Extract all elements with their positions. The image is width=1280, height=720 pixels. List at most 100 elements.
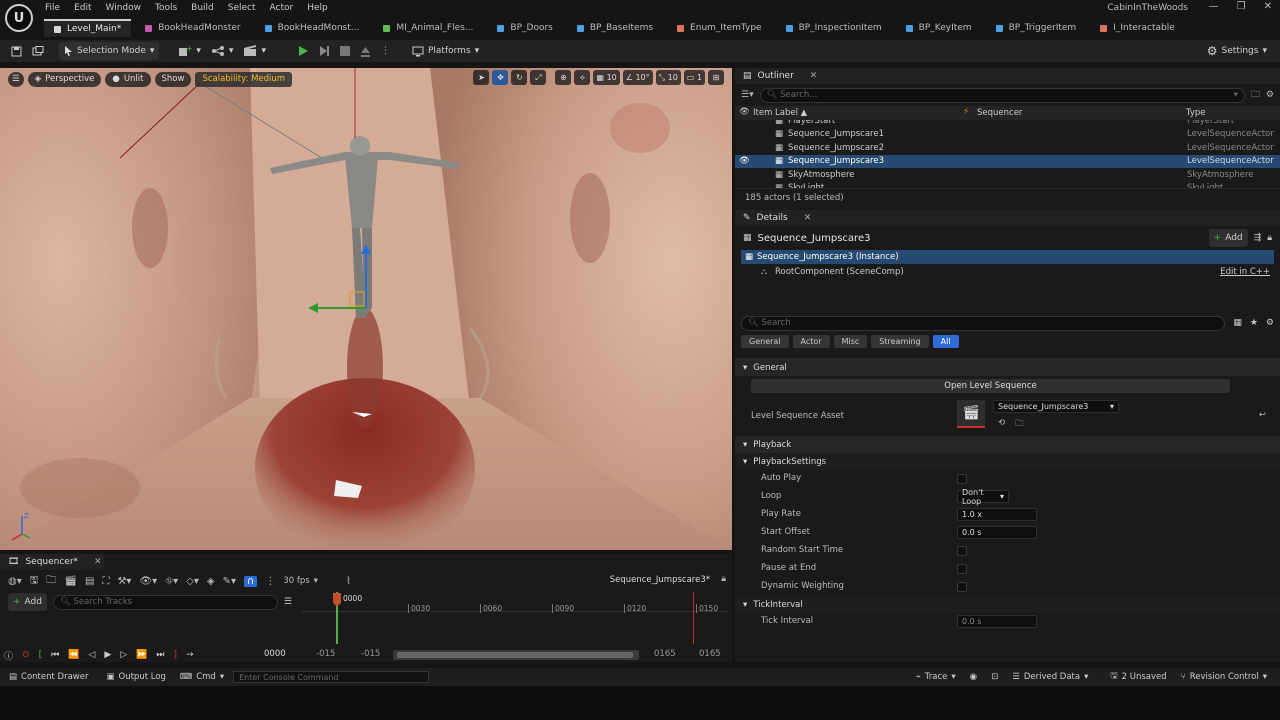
document-tab[interactable]: MI_Animal_Fles... xyxy=(373,19,483,37)
save-icon[interactable] xyxy=(6,42,27,60)
lock-icon[interactable]: 🔒︎ xyxy=(1267,233,1272,243)
close-icon[interactable]: ✕ xyxy=(94,557,102,567)
dynamic-weighting-checkbox[interactable] xyxy=(957,582,967,592)
play-options-icon[interactable]: ⋮ xyxy=(376,42,395,60)
key-icon[interactable]: ◇▾ xyxy=(186,576,199,587)
outliner-row[interactable]: ▦ SkyAtmosphere SkyAtmosphere xyxy=(735,168,1280,182)
outliner-row[interactable]: ▦ SkyLight SkyLight xyxy=(735,182,1280,188)
eye-icon[interactable]: 👁︎ xyxy=(739,107,750,117)
view-options-icon[interactable]: 👁︎▾ xyxy=(139,576,157,587)
filter-icon[interactable]: ☰▾ xyxy=(741,90,754,100)
working-range-start[interactable]: -015 xyxy=(361,649,380,659)
current-frame-field[interactable]: 0000 xyxy=(264,649,286,659)
close-icon[interactable]: ✕ xyxy=(810,71,818,81)
info-icon[interactable]: ⓘ xyxy=(4,649,13,662)
outliner-search-input[interactable]: 🔍︎ Search... ▾ xyxy=(759,87,1245,103)
record-icon[interactable]: ⊙ xyxy=(22,650,30,660)
details-search-input[interactable]: 🔍︎ Search xyxy=(741,315,1226,331)
menu-actor[interactable]: Actor xyxy=(263,3,301,13)
document-tab[interactable]: BP_KeyItem xyxy=(896,19,982,37)
details-settings-icon[interactable]: ⚙ xyxy=(1266,318,1274,328)
loop-dropdown[interactable]: Don't Loop ▾ xyxy=(957,488,1009,506)
world-local-icon[interactable]: ⊕ xyxy=(555,70,572,85)
play-icon[interactable] xyxy=(293,42,314,60)
next-key-icon[interactable]: ⏩ xyxy=(136,650,147,660)
cmd-dropdown[interactable]: ⌨ Cmd ▾ xyxy=(175,669,229,685)
console-input[interactable]: Enter Console Command xyxy=(233,671,430,683)
set-start-icon[interactable]: [ xyxy=(39,650,43,660)
loop-mode-icon[interactable]: → xyxy=(186,650,194,660)
level-viewport[interactable]: Z xyxy=(0,68,732,550)
pause-at-end-checkbox[interactable] xyxy=(957,564,967,574)
minimize-icon[interactable]: — xyxy=(1209,1,1219,12)
show-button[interactable]: Show xyxy=(154,71,192,87)
menu-file[interactable]: File xyxy=(38,3,67,13)
clapperboard-icon[interactable]: 🎬︎ xyxy=(957,400,985,428)
document-tab[interactable]: BP_TriggerItem xyxy=(986,19,1087,37)
outliner-row[interactable]: ▦ Sequence_Jumpscare2 LevelSequenceActor xyxy=(735,141,1280,155)
edit-in-cpp-link[interactable]: Edit in C++ xyxy=(1220,267,1270,277)
star-icon[interactable]: ★ xyxy=(1250,318,1258,328)
viewport-menu-button[interactable]: ☰ xyxy=(8,71,24,87)
step-back-icon[interactable]: ◁ xyxy=(88,650,95,660)
unreal-logo[interactable]: U xyxy=(5,4,33,32)
close-window-icon[interactable]: ✕ xyxy=(1264,1,1272,12)
transform-tools-icon[interactable]: ⚒▾ xyxy=(117,576,131,587)
close-icon[interactable]: ✕ xyxy=(804,213,812,223)
add-actor-icon[interactable]: + ▾ xyxy=(173,42,206,60)
document-tab[interactable]: BookHeadMonst... xyxy=(255,19,370,37)
section-tick-interval[interactable]: ▾ TickInterval xyxy=(735,596,1280,613)
step-forward-icon[interactable]: ▷ xyxy=(120,650,127,660)
document-tab[interactable]: BP_BaseItems xyxy=(567,19,663,37)
camera-speed-button[interactable]: ▭ 1 xyxy=(683,70,705,85)
blueprint-icon[interactable]: ▾ xyxy=(206,42,239,60)
surface-snap-icon[interactable]: ⟡ xyxy=(574,70,591,85)
curve-icon[interactable]: ✎▾ xyxy=(223,576,236,587)
menu-select[interactable]: Select xyxy=(221,3,263,13)
browse-icon[interactable] xyxy=(27,42,49,60)
search-tracks-input[interactable]: 🔍︎ Search Tracks xyxy=(52,594,278,610)
selection-mode-dropdown[interactable]: Selection Mode ▾ xyxy=(59,42,160,60)
camera-cut-icon[interactable]: ▤ xyxy=(85,576,94,587)
record-trace-icon[interactable]: ◉ xyxy=(965,669,982,685)
document-tab[interactable]: Level_Main* xyxy=(44,19,132,37)
world-icon[interactable]: ◍▾ xyxy=(8,576,22,587)
outliner-row[interactable]: 👁︎ ▦ Sequence_Jumpscare3 LevelSequenceActor xyxy=(735,154,1280,168)
view-range-start[interactable]: -015 xyxy=(316,649,335,659)
render-movie-icon[interactable]: 🎬︎ xyxy=(64,576,77,587)
view-mode-button[interactable]: ● Unlit xyxy=(105,71,151,87)
document-tab[interactable]: BP_Doors xyxy=(487,19,562,37)
maximize-icon[interactable]: ❐ xyxy=(1237,1,1246,12)
step-icon[interactable] xyxy=(314,42,335,60)
col-type[interactable]: Type xyxy=(1186,108,1206,118)
grid-snap-button[interactable]: ▦ 10 xyxy=(593,70,620,85)
translate-tool-icon[interactable]: ✥ xyxy=(492,70,509,85)
table-view-icon[interactable]: ▦ xyxy=(1233,318,1242,328)
scale-snap-button[interactable]: ⤡ 10 xyxy=(655,70,681,85)
col-sequencer[interactable]: Sequencer xyxy=(977,108,1022,118)
outliner-settings-icon[interactable]: ⚙ xyxy=(1266,90,1274,100)
working-range-end[interactable]: 0165 xyxy=(654,649,676,659)
timeline[interactable]: 0030 0060 0090 0120 0150 0000 xyxy=(302,592,728,644)
keyframe-icon[interactable]: ◈ xyxy=(207,576,215,587)
menu-edit[interactable]: Edit xyxy=(67,3,98,13)
add-track-button[interactable]: + Add xyxy=(8,593,47,611)
col-item-label[interactable]: Item Label ▲ xyxy=(753,108,807,118)
screenshot-icon[interactable]: ⊡ xyxy=(986,669,1003,685)
random-start-time-checkbox[interactable] xyxy=(957,546,967,556)
open-level-sequence-button[interactable]: Open Level Sequence xyxy=(751,379,1230,393)
document-tab[interactable]: BP_InspectionItem xyxy=(776,19,892,37)
visibility-eye-icon[interactable]: 👁︎ xyxy=(739,156,750,166)
document-tab[interactable]: Enum_ItemType xyxy=(667,19,772,37)
section-general[interactable]: ▾ General xyxy=(735,359,1280,376)
fps-dropdown[interactable]: 30 fps ▾ xyxy=(283,576,318,586)
section-playback-settings[interactable]: ▾ PlaybackSettings xyxy=(735,453,1280,470)
component-instance-row[interactable]: ▦ Sequence_Jumpscare3 (Instance) xyxy=(741,250,1274,264)
outliner-tab[interactable]: ▤ Outliner ✕ xyxy=(735,68,1280,84)
menu-window[interactable]: Window xyxy=(99,3,149,13)
auto-play-checkbox[interactable] xyxy=(957,474,967,484)
filter-streaming[interactable]: Streaming xyxy=(871,334,929,348)
find-asset-icon[interactable]: 🗀 xyxy=(46,573,56,590)
details-tab[interactable]: ✎ Details ✕ xyxy=(735,210,1280,226)
play-rate-input[interactable]: 1.0 x xyxy=(957,508,1037,521)
